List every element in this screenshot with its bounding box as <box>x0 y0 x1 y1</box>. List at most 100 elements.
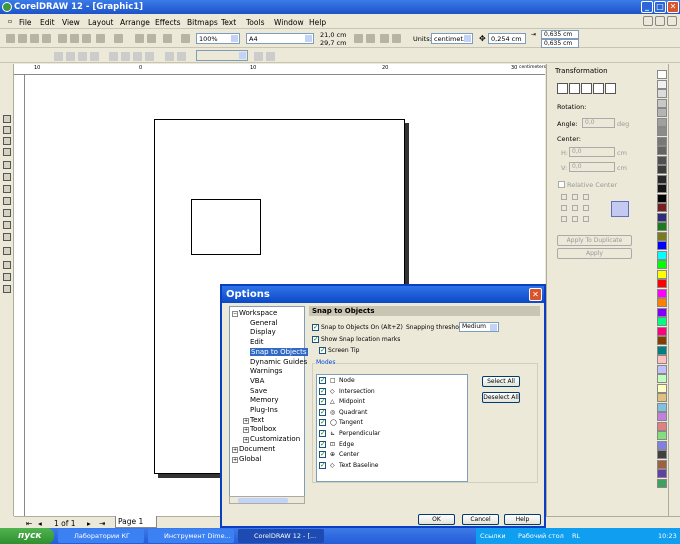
center-h-input[interactable]: 0,0 <box>569 147 615 157</box>
menu-view[interactable]: View <box>62 18 80 27</box>
color-swatch[interactable] <box>657 222 667 231</box>
help-button[interactable]: Help <box>504 514 541 525</box>
cancel-button[interactable]: Cancel <box>462 514 499 525</box>
basic-shapes-tool-icon[interactable] <box>3 221 11 229</box>
tree-scrollbar[interactable] <box>229 496 305 504</box>
color-swatch[interactable] <box>657 326 667 336</box>
snap-mode-checkbox[interactable] <box>319 376 326 384</box>
color-swatch[interactable] <box>657 393 667 402</box>
relative-center-checkbox[interactable] <box>558 181 565 188</box>
color-swatch[interactable] <box>657 374 667 383</box>
minimize-button[interactable]: _ <box>641 1 653 13</box>
menu-bitmaps[interactable]: Bitmaps <box>187 18 218 27</box>
tree-node[interactable]: Snap to Objects <box>250 347 308 356</box>
color-swatch[interactable] <box>657 203 667 212</box>
color-swatch[interactable] <box>657 127 667 136</box>
to-front-icon[interactable] <box>177 52 186 61</box>
open-icon[interactable] <box>18 34 27 43</box>
convert-to-curves-icon[interactable] <box>254 52 263 61</box>
outline-width-select[interactable] <box>196 50 248 61</box>
color-swatch[interactable] <box>657 165 667 174</box>
color-swatch[interactable] <box>657 412 667 421</box>
menu-effects[interactable]: Effects <box>155 18 181 27</box>
color-swatch[interactable] <box>657 146 667 155</box>
tree-node[interactable]: General <box>250 319 278 327</box>
next-page-icon[interactable]: ▸ <box>87 519 91 528</box>
color-swatch[interactable] <box>657 317 667 326</box>
save-icon[interactable] <box>30 34 39 43</box>
current-page-icon[interactable] <box>392 34 401 43</box>
undo-icon[interactable] <box>96 34 105 43</box>
scale-icon[interactable] <box>581 83 592 94</box>
color-swatch[interactable] <box>657 89 667 98</box>
angle-input[interactable]: 0,0 <box>582 118 615 128</box>
doc-close-button[interactable] <box>667 16 677 26</box>
ungroup-icon[interactable] <box>66 52 75 61</box>
tree-node[interactable]: Edit <box>250 338 264 346</box>
zoom-tool-icon[interactable] <box>3 148 11 156</box>
paste-icon[interactable] <box>82 34 91 43</box>
intersect-icon[interactable] <box>133 52 142 61</box>
copy-icon[interactable] <box>70 34 79 43</box>
snap-mode-checkbox[interactable] <box>319 440 326 448</box>
add-page-icon[interactable]: ⇥ <box>99 519 105 528</box>
tree-node[interactable]: Warnings <box>250 367 282 375</box>
show-marks-checkbox[interactable] <box>312 335 319 343</box>
portrait-icon[interactable] <box>354 34 363 43</box>
color-swatch[interactable] <box>657 469 667 478</box>
weld-icon[interactable] <box>109 52 118 61</box>
pick-tool-icon[interactable] <box>3 115 11 123</box>
snap-mode-checkbox[interactable] <box>319 408 326 416</box>
snap-mode-checkbox[interactable] <box>319 461 326 469</box>
export-icon[interactable] <box>147 34 156 43</box>
color-swatch[interactable] <box>657 345 667 355</box>
all-pages-icon[interactable] <box>380 34 389 43</box>
tree-node[interactable]: Customization <box>250 435 300 443</box>
skew-icon[interactable] <box>605 83 616 94</box>
tree-node[interactable]: Display <box>250 328 276 336</box>
snap-mode-checkbox[interactable] <box>319 450 326 459</box>
outline-tool-icon[interactable] <box>3 273 11 281</box>
crop-tool-icon[interactable] <box>3 137 11 145</box>
expand-icon[interactable]: + <box>232 446 238 453</box>
cut-icon[interactable] <box>58 34 67 43</box>
corel-online-icon[interactable] <box>181 34 190 43</box>
color-swatch[interactable] <box>657 174 667 184</box>
color-swatch[interactable] <box>657 279 667 288</box>
center-anchor-grid[interactable] <box>561 194 601 224</box>
duplicate-x-input[interactable]: 0,635 cm <box>541 30 579 39</box>
tree-node[interactable]: Document <box>239 445 275 453</box>
snap-mode-checkbox[interactable] <box>319 418 326 427</box>
application-launcher-icon[interactable] <box>163 34 172 43</box>
modes-list[interactable]: □Node ◇ Intersection △ Midpoint◎Quadrant◯Tan… <box>316 374 468 482</box>
expand-icon[interactable]: + <box>243 437 249 444</box>
duplicate-y-input[interactable]: 0,635 cm <box>541 39 579 48</box>
paper-height[interactable]: 29,7 cm <box>320 39 346 47</box>
color-swatch[interactable] <box>657 421 667 431</box>
horizontal-ruler[interactable]: 10 0 10 20 30 centimeters <box>14 64 546 75</box>
zoom-select[interactable]: 100% <box>196 33 240 44</box>
first-page-icon[interactable]: ⇤ <box>26 519 32 528</box>
freehand-tool-icon[interactable] <box>3 161 11 169</box>
nudge-offset-input[interactable]: 0,254 cm <box>488 33 526 44</box>
color-swatch[interactable] <box>657 231 667 241</box>
color-swatch[interactable] <box>657 431 667 440</box>
color-swatch[interactable] <box>657 212 667 222</box>
color-swatch[interactable] <box>657 364 667 374</box>
prev-page-icon[interactable]: ◂ <box>38 519 42 528</box>
color-swatch[interactable] <box>657 70 667 79</box>
color-swatch[interactable] <box>657 155 667 165</box>
expand-icon[interactable]: + <box>243 417 249 424</box>
tree-node[interactable]: Global <box>239 455 261 463</box>
menu-window[interactable]: Window <box>274 18 304 27</box>
color-swatch[interactable] <box>657 298 667 307</box>
color-swatch[interactable] <box>657 402 667 412</box>
vertical-scrollbar[interactable] <box>668 64 680 516</box>
doc-minimize-button[interactable] <box>643 16 653 26</box>
simplify-icon[interactable] <box>145 52 154 61</box>
color-swatch[interactable] <box>657 260 667 269</box>
doc-icon[interactable]: ▫ <box>8 18 12 25</box>
fill-tool-icon[interactable] <box>3 285 11 293</box>
screen-tip-checkbox[interactable] <box>319 346 326 354</box>
menu-help[interactable]: Help <box>309 18 326 27</box>
